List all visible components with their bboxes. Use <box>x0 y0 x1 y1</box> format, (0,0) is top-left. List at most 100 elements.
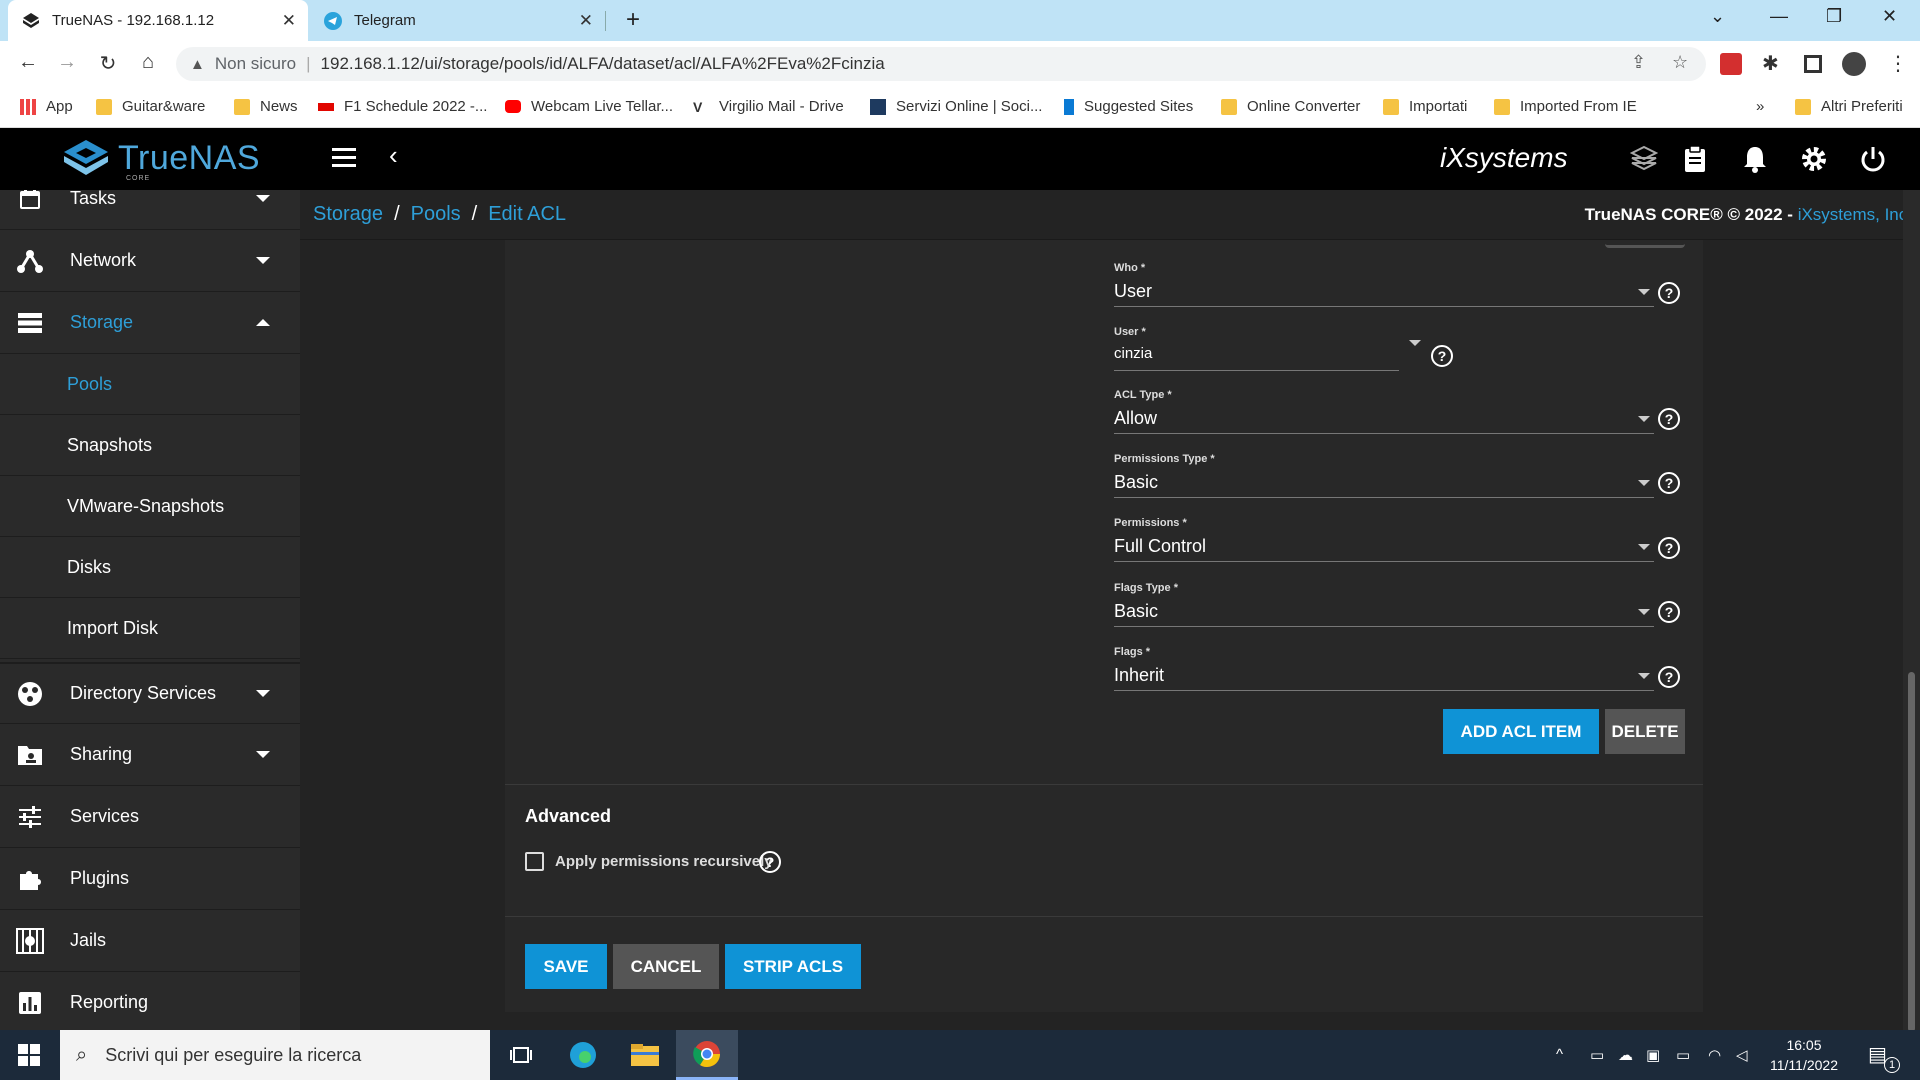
sidebar-subitem-disks[interactable]: Disks <box>0 537 300 598</box>
task-view-icon[interactable] <box>490 1030 552 1080</box>
permissions-type-field[interactable]: Permissions Type * Basic <box>1114 453 1654 498</box>
flags-field[interactable]: Flags * Inherit <box>1114 646 1654 691</box>
bookmark-servizi[interactable]: Servizi Online | Soci... <box>870 98 1042 115</box>
acl-type-select[interactable]: Allow <box>1114 408 1654 434</box>
tab-telegram[interactable]: Telegram ✕ <box>310 0 605 41</box>
apply-recursive-label[interactable]: Apply permissions recursively <box>555 853 773 870</box>
tab-search-icon[interactable]: ⌄ <box>1710 6 1725 27</box>
help-icon[interactable]: ? <box>1658 666 1680 688</box>
who-select[interactable]: User <box>1114 281 1654 307</box>
bookmark-virgilio[interactable]: V Virgilio Mail - Drive <box>693 98 844 115</box>
clipboard-icon[interactable] <box>1680 144 1710 174</box>
windows-start-icon[interactable] <box>18 1044 40 1071</box>
help-icon[interactable]: ? <box>1431 345 1453 367</box>
gear-icon[interactable] <box>1799 144 1829 174</box>
strip-acls-button[interactable]: STRIP ACLS <box>725 944 861 989</box>
sidebar-item-storage[interactable]: Storage <box>0 292 300 354</box>
battery-icon[interactable]: ▭ <box>1676 1046 1690 1064</box>
taskbar-search-input[interactable]: ⌕ Scrivi qui per eseguire la ricerca <box>60 1030 490 1080</box>
bookmark-importati[interactable]: Importati <box>1383 98 1467 115</box>
ixsystems-logo[interactable]: iXsystems <box>1440 142 1568 174</box>
apply-recursive-checkbox[interactable] <box>525 852 544 871</box>
collapse-chevron-icon[interactable]: ‹ <box>389 140 398 171</box>
user-field[interactable]: User * cinzia <box>1114 326 1654 371</box>
share-icon[interactable]: ⇪ <box>1631 52 1646 73</box>
help-icon[interactable]: ? <box>1658 601 1680 623</box>
cancel-button[interactable]: CANCEL <box>613 944 719 989</box>
permissions-field[interactable]: Permissions * Full Control <box>1114 517 1654 562</box>
back-arrow-icon[interactable]: ← <box>14 51 42 74</box>
save-button[interactable]: SAVE <box>525 944 607 989</box>
sidebar-subitem-pools[interactable]: Pools <box>0 354 300 415</box>
bookmarks-overflow[interactable]: » <box>1756 98 1764 115</box>
wifi-icon[interactable]: ◠ <box>1708 1046 1721 1064</box>
help-icon[interactable]: ? <box>759 851 781 873</box>
home-icon[interactable]: ⌂ <box>134 51 162 74</box>
sidebar-item-tasks[interactable]: Tasks <box>0 190 300 230</box>
address-bar[interactable]: ▲ Non sicuro | 192.168.1.12/ui/storage/p… <box>176 47 1706 81</box>
close-icon[interactable]: ✕ <box>579 11 593 31</box>
add-acl-item-button[interactable]: ADD ACL ITEM <box>1443 709 1599 754</box>
tray-device-icon[interactable]: ▭ <box>1590 1046 1604 1064</box>
permissions-type-select[interactable]: Basic <box>1114 472 1654 498</box>
power-icon[interactable] <box>1858 144 1888 174</box>
star-icon[interactable]: ☆ <box>1672 52 1688 73</box>
sidebar-item-network[interactable]: Network <box>0 230 300 292</box>
close-icon[interactable]: ✕ <box>282 11 296 31</box>
breadcrumb-edit-acl[interactable]: Edit ACL <box>488 203 566 226</box>
pdf-extension-icon[interactable] <box>1720 53 1742 75</box>
bookmark-guitarware[interactable]: Guitar&ware <box>96 98 205 115</box>
sidebar-item-sharing[interactable]: Sharing <box>0 724 300 786</box>
edge-browser-icon[interactable] <box>552 1030 614 1080</box>
sidebar-item-jails[interactable]: Jails <box>0 910 300 972</box>
tab-truenas[interactable]: TrueNAS - 192.168.1.12 ✕ <box>8 0 308 41</box>
forward-arrow-icon[interactable]: → <box>53 51 81 74</box>
help-icon[interactable]: ? <box>1658 408 1680 430</box>
help-icon[interactable]: ? <box>1658 472 1680 494</box>
puzzle-extensions-icon[interactable]: ✱ <box>1762 51 1784 75</box>
bookmark-webcam[interactable]: Webcam Live Tellar... <box>505 98 673 115</box>
chrome-browser-icon[interactable] <box>676 1030 738 1080</box>
sidebar-item-services[interactable]: Services <box>0 786 300 848</box>
help-icon[interactable]: ? <box>1658 537 1680 559</box>
sidebar-subitem-snapshots[interactable]: Snapshots <box>0 415 300 476</box>
flags-type-field[interactable]: Flags Type * Basic <box>1114 582 1654 627</box>
flags-type-select[interactable]: Basic <box>1114 601 1654 627</box>
bookmark-apps[interactable]: App <box>20 98 73 115</box>
tray-chevron-up-icon[interactable]: ^ <box>1556 1046 1563 1063</box>
menu-kebab-icon[interactable]: ⋮ <box>1888 51 1910 75</box>
truecommand-icon[interactable] <box>1629 144 1659 174</box>
sidebar-item-reporting[interactable]: Reporting <box>0 972 300 1030</box>
bookmark-other[interactable]: Altri Preferiti <box>1795 98 1903 115</box>
new-tab-icon[interactable]: + <box>626 6 640 34</box>
window-close-icon[interactable]: ✕ <box>1882 6 1897 27</box>
scrollbar-thumb[interactable] <box>1908 672 1915 1032</box>
volume-icon[interactable]: ◁ <box>1736 1046 1748 1064</box>
truenas-logo[interactable]: TrueNAS CORE <box>62 138 260 182</box>
sidepanel-icon[interactable] <box>1804 55 1822 73</box>
breadcrumb-storage[interactable]: Storage <box>313 203 383 226</box>
bookmark-converter[interactable]: Online Converter <box>1221 98 1360 115</box>
reload-icon[interactable]: ↻ <box>94 51 122 76</box>
bookmark-f1[interactable]: F1 Schedule 2022 -... <box>318 98 487 115</box>
onedrive-icon[interactable]: ☁ <box>1618 1046 1633 1064</box>
minimize-icon[interactable]: — <box>1770 6 1788 27</box>
restore-icon[interactable]: ❐ <box>1826 6 1842 27</box>
dropdown-caret-icon[interactable] <box>1409 340 1421 346</box>
bookmark-news[interactable]: News <box>234 98 298 115</box>
breadcrumb-pools[interactable]: Pools <box>411 203 461 226</box>
bell-icon[interactable] <box>1740 144 1770 174</box>
acl-type-field[interactable]: ACL Type * Allow <box>1114 389 1654 434</box>
sidebar-item-directory-services[interactable]: Directory Services <box>0 662 300 724</box>
sidebar-subitem-vmware-snapshots[interactable]: VMware-Snapshots <box>0 476 300 537</box>
bookmark-imported-ie[interactable]: Imported From IE <box>1494 98 1637 115</box>
permissions-select[interactable]: Full Control <box>1114 536 1654 562</box>
help-icon[interactable]: ? <box>1658 282 1680 304</box>
menu-toggle-icon[interactable] <box>332 148 356 172</box>
bookmark-suggested[interactable]: Suggested Sites <box>1064 98 1193 115</box>
sidebar-subitem-import-disk[interactable]: Import Disk <box>0 598 300 659</box>
delete-acl-item-button[interactable]: DELETE <box>1605 709 1685 754</box>
taskbar-clock[interactable]: 16:05 11/11/2022 <box>1770 1035 1838 1075</box>
ixsystems-link[interactable]: iXsystems, Inc. <box>1798 205 1912 224</box>
who-field[interactable]: Who * User <box>1114 262 1654 307</box>
